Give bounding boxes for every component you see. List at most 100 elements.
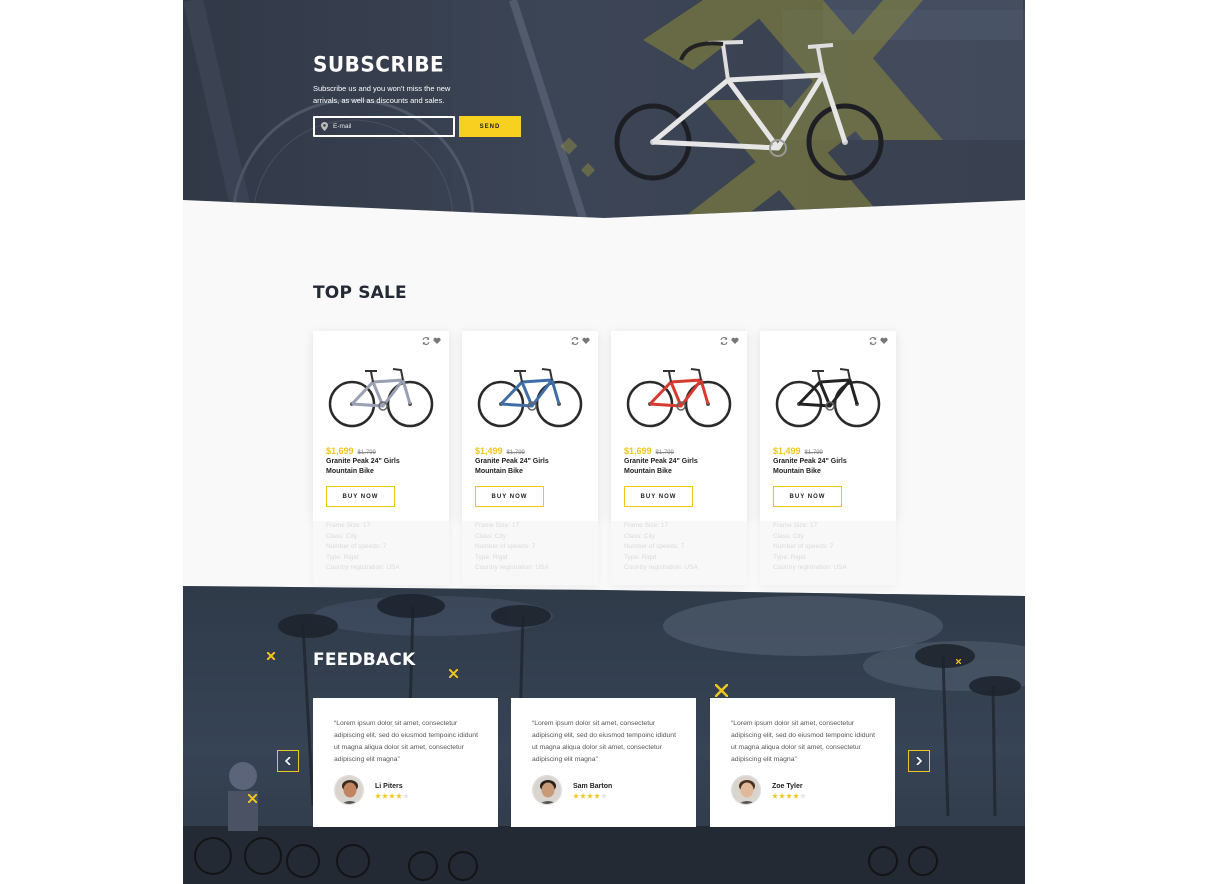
person-icon <box>533 776 561 804</box>
star-icon <box>580 793 586 799</box>
old-price: $1,799 <box>506 450 525 456</box>
card-actions <box>422 337 441 345</box>
heart-icon[interactable] <box>731 337 739 345</box>
buy-now-button[interactable]: BUY NOW <box>624 486 693 507</box>
card-actions <box>869 337 888 345</box>
buy-now-button[interactable]: BUY NOW <box>326 486 395 507</box>
email-placeholder: E-mail <box>333 123 352 130</box>
review-text: “Lorem ipsum dolor sit amet, consectetur… <box>532 720 676 763</box>
card-actions <box>720 337 739 345</box>
subscribe-title: SUBSCRIBE <box>313 51 445 77</box>
price: $1,699 <box>326 446 354 456</box>
price: $1,699 <box>624 446 652 456</box>
email-input[interactable]: E-mail <box>313 116 455 137</box>
top-sale-title: TOP SALE <box>313 283 407 303</box>
product-card[interactable]: $1,699 $1,799 Granite Peak 24" Girls Mount… <box>313 331 449 521</box>
subscribe-description: Subscribe us and you won't miss the new … <box>313 84 451 105</box>
avatar <box>532 775 562 805</box>
product-card[interactable]: $1,499 $1,799 Granite Peak 24" Girls Mount… <box>462 331 598 521</box>
review-card: “Lorem ipsum dolor sit amet, consectetur… <box>710 698 895 827</box>
review-text: “Lorem ipsum dolor sit amet, consectetur… <box>334 720 478 763</box>
x-decoration-icon <box>956 659 961 664</box>
star-icon <box>587 793 593 799</box>
feedback-title: FEEDBACK <box>313 650 416 670</box>
spec-line: Class: City <box>326 532 358 540</box>
spec-line: Frame Size: 17 <box>624 522 669 529</box>
review-card: “Lorem ipsum dolor sit amet, consectetur… <box>313 698 498 827</box>
spec-line: Country registration: USA <box>773 564 847 571</box>
star-icon <box>601 793 607 799</box>
compare-icon[interactable] <box>869 337 877 345</box>
product-card[interactable]: $1,499 $1,799 Granite Peak 24" Girls Mount… <box>760 331 896 521</box>
spec-line: Frame Size: 17 <box>326 522 371 529</box>
product-name[interactable]: Granite Peak 24" Girls Mountain Bike <box>624 457 714 477</box>
product-name[interactable]: Granite Peak 24" Girls Mountain Bike <box>773 457 863 477</box>
price-row: $1,699 $1,799 <box>624 446 674 456</box>
x-decoration-icon <box>248 794 257 803</box>
spec-line: Country registration: USA <box>624 564 698 571</box>
product-name[interactable]: Granite Peak 24" Girls Mountain Bike <box>326 457 416 477</box>
avatar <box>731 775 761 805</box>
avatar <box>334 775 364 805</box>
x-decoration-icon <box>267 652 275 660</box>
product-specs: Frame Size: 17 Class: City Number of speed… <box>313 521 449 585</box>
star-icon <box>375 793 381 799</box>
spec-line: Class: City <box>475 532 507 540</box>
bike-image <box>775 368 881 428</box>
prev-arrow-button[interactable] <box>277 750 299 772</box>
hero-background-image <box>183 0 1025 218</box>
old-price: $1,799 <box>655 450 674 456</box>
bike-image <box>328 368 434 428</box>
person-icon <box>335 776 363 804</box>
star-icon <box>396 793 402 799</box>
star-icon <box>800 793 806 799</box>
price-row: $1,499 $1,799 <box>475 446 525 456</box>
bike-image <box>626 368 732 428</box>
product-specs: Frame Size: 17 Class: City Number of speed… <box>611 521 747 585</box>
buy-now-button[interactable]: BUY NOW <box>773 486 842 507</box>
star-icon <box>779 793 785 799</box>
product-specs: Frame Size: 17 Class: City Number of speed… <box>760 521 896 585</box>
price: $1,499 <box>773 446 801 456</box>
compare-icon[interactable] <box>720 337 728 345</box>
star-icon <box>389 793 395 799</box>
star-icon <box>786 793 792 799</box>
send-button[interactable]: SEND <box>459 116 521 137</box>
spec-line: Class: City <box>773 532 805 540</box>
compare-icon[interactable] <box>571 337 579 345</box>
price: $1,499 <box>475 446 503 456</box>
location-pin-icon <box>321 122 328 131</box>
product-specs: Frame Size: 17 Class: City Number of speed… <box>462 521 598 585</box>
spec-line: Type: Rigid <box>624 553 657 561</box>
old-price: $1,799 <box>357 450 376 456</box>
star-icon <box>403 793 409 799</box>
spec-line: Frame Size: 17 <box>773 522 818 529</box>
product-name[interactable]: Granite Peak 24" Girls Mountain Bike <box>475 457 565 477</box>
chevron-left-icon <box>285 757 291 765</box>
next-arrow-button[interactable] <box>908 750 930 772</box>
x-decoration-icon <box>449 669 458 678</box>
spec-line: Class: City <box>624 532 656 540</box>
spec-line: Country registration: USA <box>475 564 549 571</box>
spec-line: Type: Rigid <box>773 553 806 561</box>
bike-image <box>477 368 583 428</box>
star-icon <box>793 793 799 799</box>
feedback-section: FEEDBACK “Lorem ipsum dolor sit amet, co… <box>183 586 1025 884</box>
heart-icon[interactable] <box>582 337 590 345</box>
spec-line: Type: Rigid <box>326 553 359 561</box>
buy-now-button[interactable]: BUY NOW <box>475 486 544 507</box>
spec-line: Type: Rigid <box>475 553 508 561</box>
old-price: $1,799 <box>804 450 823 456</box>
heart-icon[interactable] <box>880 337 888 345</box>
star-icon <box>382 793 388 799</box>
spec-line: Country registration: USA <box>326 564 400 571</box>
price-row: $1,499 $1,799 <box>773 446 823 456</box>
chevron-right-icon <box>916 757 922 765</box>
spec-line: Number of speeds: 7 <box>475 543 536 550</box>
compare-icon[interactable] <box>422 337 430 345</box>
spec-line: Number of speeds: 7 <box>624 543 685 550</box>
x-decoration-icon <box>715 684 728 697</box>
star-icon <box>772 793 778 799</box>
product-card[interactable]: $1,699 $1,799 Granite Peak 24" Girls Mount… <box>611 331 747 521</box>
heart-icon[interactable] <box>433 337 441 345</box>
